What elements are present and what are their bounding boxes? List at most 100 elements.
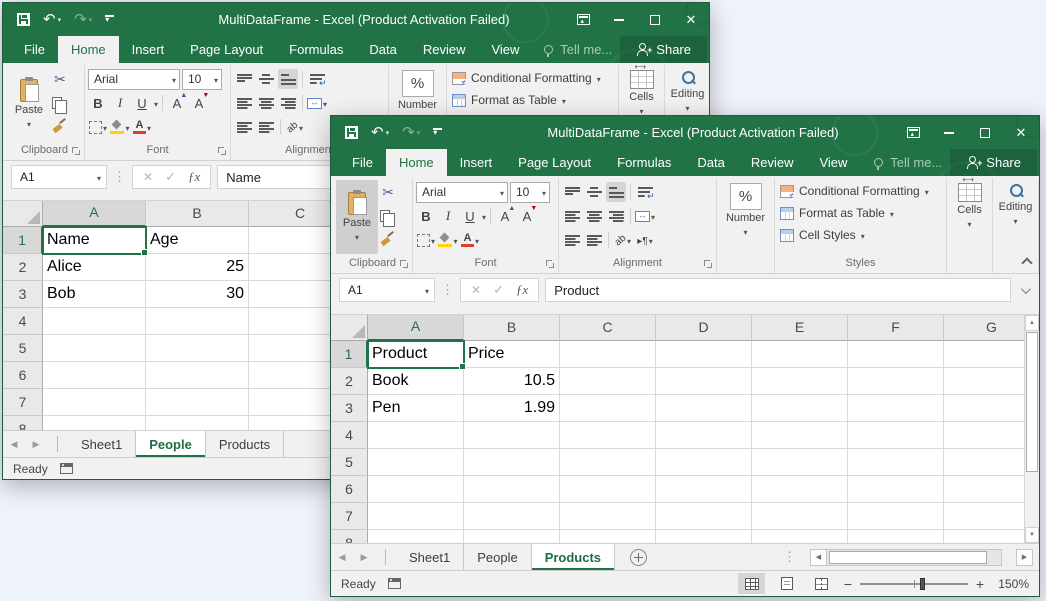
ribbon-display-options-button[interactable] (895, 116, 931, 149)
merge-center-button[interactable] (307, 93, 327, 113)
undo-button[interactable]: ▾ (371, 123, 389, 142)
orientation-button[interactable]: ab (285, 117, 305, 137)
vertical-scrollbar[interactable] (1024, 315, 1039, 543)
number-format-button[interactable]: Number (725, 180, 767, 241)
cell-A1[interactable]: Name (43, 227, 146, 254)
format-painter-button[interactable] (50, 116, 70, 136)
cell-A6[interactable] (368, 476, 464, 503)
share-button[interactable]: +Share (950, 149, 1037, 176)
cell-A5[interactable] (43, 335, 146, 362)
ribbon-tab-data[interactable]: Data (356, 36, 409, 63)
cell-B5[interactable] (464, 449, 560, 476)
share-button[interactable]: +Share (620, 36, 707, 63)
font-name-select[interactable]: Arial (416, 182, 508, 203)
scroll-right-icon[interactable] (1016, 549, 1033, 566)
copy-button[interactable] (378, 206, 398, 226)
minimize-button[interactable] (931, 116, 967, 149)
ribbon-tab-formulas[interactable]: Formulas (604, 149, 684, 176)
cell-D2[interactable] (656, 368, 752, 395)
cell-E1[interactable] (752, 341, 848, 368)
align-left-button[interactable] (562, 206, 582, 226)
ribbon-tab-data[interactable]: Data (684, 149, 737, 176)
column-header-f[interactable]: F (848, 315, 944, 341)
font-dialog-launcher[interactable] (218, 147, 228, 157)
format-painter-button[interactable] (378, 229, 398, 249)
underline-button[interactable]: U (132, 93, 152, 113)
column-header-a[interactable]: A (43, 201, 146, 227)
clipboard-dialog-launcher[interactable] (72, 147, 82, 157)
row-header-4[interactable]: 4 (3, 308, 43, 335)
font-size-select[interactable]: 10 (182, 69, 222, 90)
cell-B8[interactable] (146, 416, 249, 430)
cell-F6[interactable] (848, 476, 944, 503)
cell-A1[interactable]: Product (368, 341, 464, 368)
cell-C2[interactable] (560, 368, 656, 395)
ribbon-tab-formulas[interactable]: Formulas (276, 36, 356, 63)
cells-button[interactable]: Cells (949, 180, 991, 233)
macro-record-icon[interactable] (388, 578, 401, 589)
cell-B7[interactable] (146, 389, 249, 416)
font-color-button[interactable]: A (460, 230, 480, 250)
undo-button[interactable]: ▾ (43, 10, 61, 29)
row-header-8[interactable]: 8 (3, 416, 43, 430)
cell-D3[interactable] (656, 395, 752, 422)
redo-button[interactable]: ▾ (402, 123, 420, 142)
align-right-button[interactable] (278, 93, 298, 113)
cell-B6[interactable] (464, 476, 560, 503)
cell-A6[interactable] (43, 362, 146, 389)
font-color-button[interactable]: A (132, 117, 152, 137)
italic-button[interactable]: I (110, 93, 130, 113)
clipboard-dialog-launcher[interactable] (400, 260, 410, 270)
cells-button[interactable]: Cells (621, 67, 663, 120)
scroll-left-icon[interactable] (810, 549, 827, 566)
close-button[interactable] (1003, 116, 1039, 149)
cell-B1[interactable]: Price (464, 341, 560, 368)
cell-D1[interactable] (656, 341, 752, 368)
sheet-tab-people[interactable]: People (136, 431, 206, 457)
cell-F1[interactable] (848, 341, 944, 368)
ribbon-tab-review[interactable]: Review (410, 36, 479, 63)
copy-button[interactable] (50, 93, 70, 113)
cell-A3[interactable]: Bob (43, 281, 146, 308)
customize-qat-button[interactable] (433, 128, 442, 137)
row-header-2[interactable]: 2 (3, 254, 43, 281)
sheet-nav-prev-button[interactable] (331, 544, 353, 570)
cell-A5[interactable] (368, 449, 464, 476)
ribbon-tab-review[interactable]: Review (738, 149, 807, 176)
save-button[interactable] (17, 13, 30, 26)
cancel-icon[interactable] (471, 281, 481, 299)
cell-D6[interactable] (656, 476, 752, 503)
redo-button[interactable]: ▾ (74, 10, 92, 29)
cell-A2[interactable]: Alice (43, 254, 146, 281)
cell-A8[interactable] (43, 416, 146, 430)
cell-D7[interactable] (656, 503, 752, 530)
align-left-button[interactable] (234, 93, 254, 113)
sheet-nav-prev-button[interactable] (3, 431, 25, 457)
column-header-e[interactable]: E (752, 315, 848, 341)
cell-B3[interactable]: 30 (146, 281, 249, 308)
row-header-7[interactable]: 7 (331, 503, 368, 530)
cell-A8[interactable] (368, 530, 464, 543)
sheet-nav-next-button[interactable] (25, 431, 47, 457)
cell-B2[interactable]: 25 (146, 254, 249, 281)
cell-B7[interactable] (464, 503, 560, 530)
font-dialog-launcher[interactable] (546, 260, 556, 270)
cell-B5[interactable] (146, 335, 249, 362)
row-header-4[interactable]: 4 (331, 422, 368, 449)
cut-button[interactable] (378, 183, 398, 203)
cell-A4[interactable] (43, 308, 146, 335)
sheet-tab-people[interactable]: People (464, 544, 531, 570)
scroll-up-icon[interactable] (1025, 315, 1039, 331)
row-header-2[interactable]: 2 (331, 368, 368, 395)
cell-B4[interactable] (464, 422, 560, 449)
cell-C7[interactable] (560, 503, 656, 530)
decrease-font-size-button[interactable]: A▼ (517, 206, 537, 226)
font-name-select[interactable]: Arial (88, 69, 180, 90)
cell-C1[interactable] (560, 341, 656, 368)
column-header-d[interactable]: D (656, 315, 752, 341)
row-header-5[interactable]: 5 (3, 335, 43, 362)
column-header-a[interactable]: A (368, 315, 464, 341)
decrease-indent-button[interactable] (562, 230, 582, 250)
increase-font-size-button[interactable]: A▲ (495, 206, 515, 226)
bold-button[interactable]: B (88, 93, 108, 113)
